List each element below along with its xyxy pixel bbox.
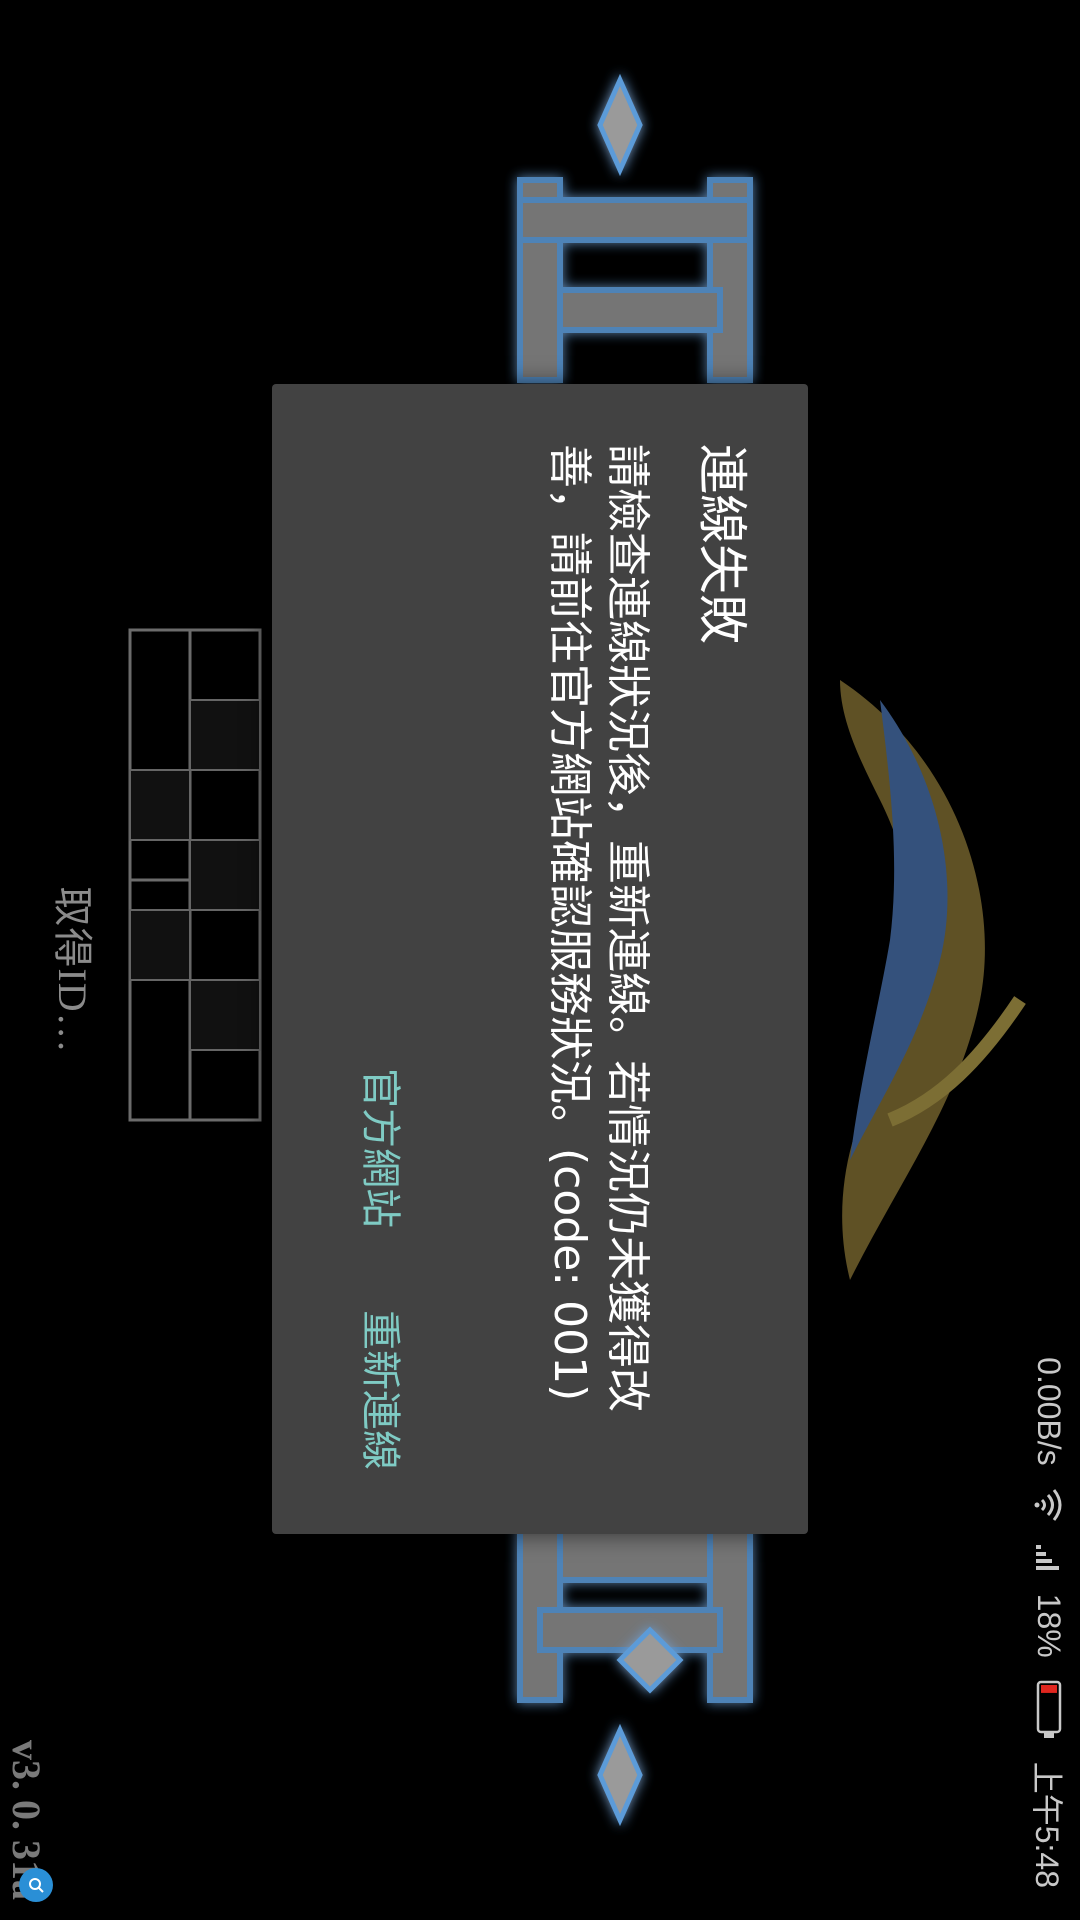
- dialog-title: 連線失敗: [693, 444, 751, 644]
- clock: 上午5:48: [1029, 1761, 1065, 1888]
- battery-percent: 18%: [1031, 1593, 1068, 1658]
- status-bar: 0.00B/s 18% 上午5:48: [1018, 0, 1080, 1920]
- wifi-icon: [1034, 1488, 1064, 1522]
- network-speed: 0.00B/s: [1031, 1357, 1068, 1466]
- assistive-touch-icon[interactable]: [19, 1868, 53, 1902]
- dialog-message: 請檢查連線狀況後，重新連線。若情況仍未獲得改善，請前往官方網站確認服務狀況。(c…: [544, 444, 653, 1412]
- signal-strength-icon: [1035, 1544, 1063, 1572]
- dialog-actions: 官方網站 重新連線: [352, 1068, 408, 1470]
- loading-status-text: 取得ID…: [50, 886, 95, 1054]
- game-screen: 取得ID… v3. 0. 31a 0.00B/s 18% 上午5:48 連線失敗…: [0, 0, 1080, 1920]
- official-site-button[interactable]: 官方網站: [352, 1068, 408, 1228]
- connection-failed-dialog: 連線失敗 請檢查連線狀況後，重新連線。若情況仍未獲得改善，請前往官方網站確認服務…: [272, 384, 808, 1534]
- reconnect-button[interactable]: 重新連線: [352, 1310, 408, 1470]
- battery-icon: [1035, 1680, 1063, 1740]
